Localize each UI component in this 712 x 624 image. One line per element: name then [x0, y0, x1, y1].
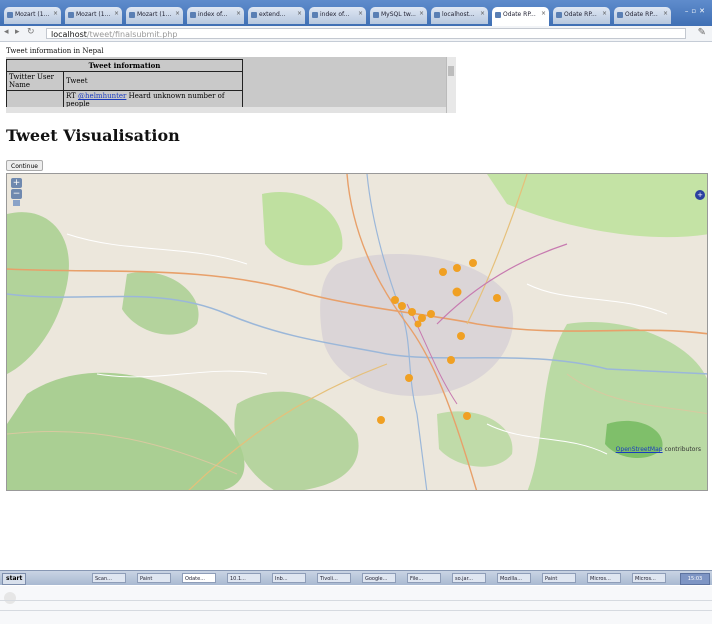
taskbar-item[interactable]: Inb...: [272, 573, 306, 583]
tab-label: Odate RP...: [625, 11, 658, 18]
tab-close-icon[interactable]: ×: [480, 10, 485, 17]
tab-favicon-icon: [373, 12, 379, 18]
browser-tab[interactable]: MySQL tw... ×: [370, 7, 427, 24]
tab-label: index of...: [320, 11, 350, 18]
layer-switcher-icon[interactable]: +: [695, 190, 705, 200]
tab-close-icon[interactable]: ×: [297, 10, 302, 17]
tweet-user-link[interactable]: @helmhunter: [78, 92, 126, 100]
taskbar-item[interactable]: 10.1...: [227, 573, 261, 583]
divider: [0, 600, 712, 601]
tab-favicon-icon: [190, 12, 196, 18]
back-arrow-icon[interactable]: ◂: [4, 27, 9, 37]
tweet-info-table: Tweet information Twitter User Name Twee…: [6, 59, 243, 110]
tab-label: extend...: [259, 11, 286, 18]
taskbar-item[interactable]: File...: [407, 573, 441, 583]
tab-favicon-icon: [617, 12, 623, 18]
divider: [0, 610, 712, 611]
tab-favicon-icon: [251, 12, 257, 18]
browser-toolbar: ◂ ▸ ↻ localhost/tweet/finalsubmit.php ✎: [0, 26, 712, 42]
osm-link[interactable]: OpenStreetMap: [616, 446, 663, 453]
tab-label: index of...: [198, 11, 228, 18]
browser-tab[interactable]: localhost... ×: [431, 7, 488, 24]
taskbar-item[interactable]: Paint: [137, 573, 171, 583]
taskbar-item[interactable]: Mozilla...: [497, 573, 531, 583]
taskbar-item[interactable]: Micros...: [587, 573, 621, 583]
windows-taskbar: start Scan... Paint Odate... 10.1... Inb... T…: [0, 570, 712, 585]
tab-close-icon[interactable]: ×: [602, 10, 607, 17]
tab-favicon-icon: [68, 12, 74, 18]
taskbar-item[interactable]: Google...: [362, 573, 396, 583]
horizontal-scrollbar[interactable]: [6, 107, 446, 113]
map-viewport[interactable]: + − + OpenStreetMap contributors: [6, 173, 708, 491]
tweet-info-caption: Tweet information in Nepal: [6, 47, 104, 55]
forward-arrow-icon[interactable]: ▸: [15, 27, 20, 37]
tab-label: Mozart (1...: [76, 11, 111, 18]
continue-button[interactable]: Continue: [6, 160, 43, 171]
credit-suffix: contributors: [662, 446, 702, 453]
tab-close-icon[interactable]: ×: [419, 10, 424, 17]
address-path: /tweet/finalsubmit.php: [86, 30, 178, 39]
tab-close-icon[interactable]: ×: [236, 10, 241, 17]
browser-tab[interactable]: Mozart (1... ×: [4, 7, 61, 24]
tab-label: Mozart (1...: [15, 11, 50, 18]
browser-tab[interactable]: index of... ×: [187, 7, 244, 24]
browser-tab[interactable]: Odate RP... ×: [492, 7, 549, 26]
circle-icon: [4, 592, 16, 604]
tab-close-icon[interactable]: ×: [541, 10, 546, 17]
taskbar-item[interactable]: Odate...: [182, 573, 216, 583]
map-attribution: OpenStreetMap contributors: [616, 446, 701, 453]
browser-tab[interactable]: Odate RP... ×: [553, 7, 610, 24]
bottom-blank-area: [0, 586, 712, 624]
tab-favicon-icon: [7, 12, 13, 18]
taskbar-item[interactable]: Scan...: [92, 573, 126, 583]
reload-icon[interactable]: ↻: [27, 27, 35, 37]
zoom-in-button[interactable]: +: [11, 178, 22, 188]
wrench-icon[interactable]: ✎: [698, 27, 706, 38]
table-cell-value: Tweet: [63, 71, 243, 91]
tab-label: Odate RP...: [564, 11, 597, 18]
window-controls[interactable]: –▫✕: [685, 7, 708, 15]
table-header: Tweet information: [6, 59, 243, 72]
tweet-info-frame: Tweet information Twitter User Name Twee…: [6, 57, 456, 113]
table-cell-label: Twitter User Name: [6, 71, 64, 91]
tab-favicon-icon: [129, 12, 135, 18]
browser-tab[interactable]: Mozart (1... ×: [65, 7, 122, 24]
taskbar-item[interactable]: Tivoli...: [317, 573, 351, 583]
taskbar-item[interactable]: Micros...: [632, 573, 666, 583]
tab-favicon-icon: [495, 12, 501, 18]
browser-tab[interactable]: extend... ×: [248, 7, 305, 24]
browser-tab[interactable]: Odate RP... ×: [614, 7, 671, 24]
address-host: localhost: [51, 30, 87, 39]
tab-close-icon[interactable]: ×: [663, 10, 668, 17]
vertical-scrollbar[interactable]: [446, 57, 456, 113]
start-button[interactable]: start: [2, 573, 27, 585]
browser-tab[interactable]: Mozart (1... ×: [126, 7, 183, 24]
tab-close-icon[interactable]: ×: [175, 10, 180, 17]
tab-favicon-icon: [312, 12, 318, 18]
system-tray-clock: 15:03: [680, 573, 710, 585]
tab-close-icon[interactable]: ×: [114, 10, 119, 17]
tab-close-icon[interactable]: ×: [358, 10, 363, 17]
tab-label: Odate RP...: [503, 11, 536, 18]
browser-tab[interactable]: index of... ×: [309, 7, 366, 24]
tweet-prefix: RT: [66, 92, 79, 100]
address-bar[interactable]: localhost/tweet/finalsubmit.php: [46, 28, 686, 39]
tab-close-icon[interactable]: ×: [53, 10, 58, 17]
zoom-level-bar[interactable]: [13, 200, 20, 206]
browser-tab-strip: Mozart (1... × Mozart (1... × Mozart (1... × i…: [0, 0, 712, 26]
tab-favicon-icon: [434, 12, 440, 18]
zoom-out-button[interactable]: −: [11, 189, 22, 199]
tab-label: Mozart (1...: [137, 11, 172, 18]
page-title: Tweet Visualisation: [6, 126, 180, 145]
taskbar-item[interactable]: so.jar...: [452, 573, 486, 583]
scrollbar-thumb[interactable]: [448, 66, 454, 76]
map-tiles: [7, 174, 707, 490]
tab-label: localhost...: [442, 11, 475, 18]
tab-favicon-icon: [556, 12, 562, 18]
tab-label: MySQL tw...: [381, 11, 416, 18]
taskbar-item[interactable]: Paint: [542, 573, 576, 583]
